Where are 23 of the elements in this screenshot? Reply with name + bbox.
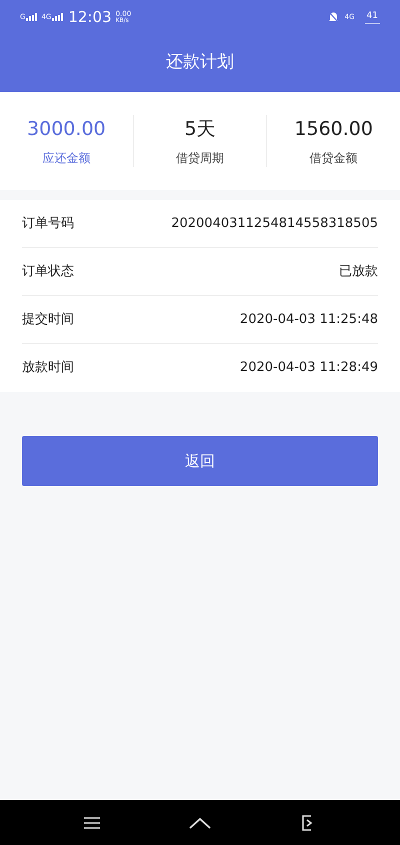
summary-label: 借贷金额: [310, 150, 358, 168]
signal-icon: [26, 13, 38, 21]
detail-label: 订单号码: [22, 214, 74, 233]
detail-value: 2020040311254814558318505: [171, 214, 378, 233]
muted-bell-icon: [328, 11, 339, 23]
menu-icon[interactable]: [83, 816, 102, 830]
detail-value: 2020-04-03 11:25:48: [240, 310, 378, 329]
detail-value: 已放款: [339, 262, 378, 281]
summary-label: 借贷周期: [176, 150, 224, 168]
back-button[interactable]: 返回: [22, 436, 378, 486]
detail-label: 订单状态: [22, 262, 74, 281]
summary-value: 5天: [184, 116, 216, 142]
summary-value: 3000.00: [27, 116, 106, 142]
page-title: 还款计划: [166, 51, 234, 74]
detail-label: 放款时间: [22, 359, 74, 378]
battery-level: 41: [364, 10, 380, 24]
signal-icon: [52, 13, 64, 21]
summary-label: 应还金额: [42, 150, 90, 168]
detail-value: 2020-04-03 11:28:49: [240, 359, 378, 378]
detail-label: 提交时间: [22, 310, 74, 329]
summary-value: 1560.00: [294, 116, 373, 142]
clock-time: 12:03: [68, 6, 112, 28]
home-icon[interactable]: [188, 816, 212, 830]
